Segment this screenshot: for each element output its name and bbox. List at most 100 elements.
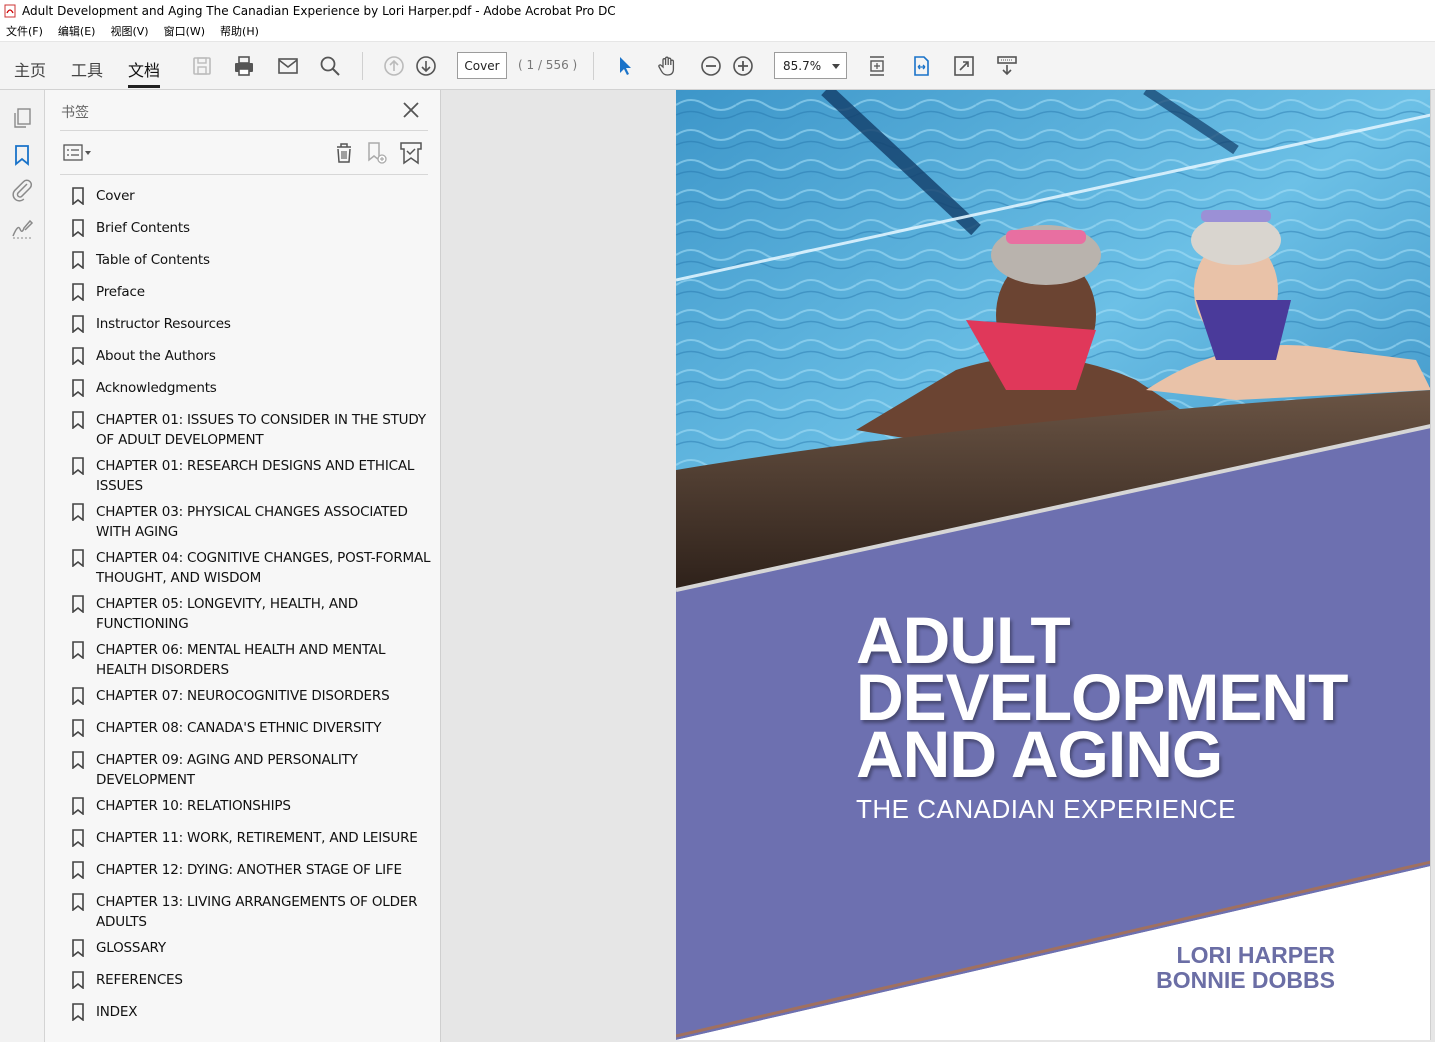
options-menu-icon[interactable] xyxy=(63,144,95,162)
menu-window[interactable]: 窗口(W) xyxy=(164,23,205,39)
bookmark-icon xyxy=(71,797,85,816)
tab-document[interactable]: 文档 xyxy=(128,57,160,81)
menu-bar: 文件(F) 编辑(E) 视图(V) 窗口(W) 帮助(H) xyxy=(0,21,1435,42)
bookmark-item[interactable]: CHAPTER 03: PHYSICAL CHANGES ASSOCIATED … xyxy=(71,502,431,542)
bookmark-icon xyxy=(71,971,85,990)
bookmark-icon xyxy=(71,939,85,958)
document-view[interactable]: ADULT DEVELOPMENT AND AGING THE CANADIAN… xyxy=(441,90,1435,1042)
bookmark-item[interactable]: CHAPTER 09: AGING AND PERSONALITY DEVELO… xyxy=(71,750,431,790)
bookmark-item[interactable]: CHAPTER 01: RESEARCH DESIGNS AND ETHICAL… xyxy=(71,456,431,496)
bookmark-icon xyxy=(71,379,85,398)
bookmark-item[interactable]: About the Authors xyxy=(71,346,431,366)
page-down-icon[interactable] xyxy=(413,53,439,79)
bookmark-icon xyxy=(71,411,85,430)
bookmark-icon xyxy=(71,283,85,302)
acrobat-pdf-icon xyxy=(4,4,17,18)
cover-author: BONNIE DOBBS xyxy=(1156,967,1335,993)
menu-file[interactable]: 文件(F) xyxy=(6,23,43,39)
page-up-icon[interactable] xyxy=(381,53,407,79)
close-icon[interactable] xyxy=(401,100,421,120)
page-count: ( 1 / 556 ) xyxy=(518,58,578,72)
select-arrow-icon[interactable] xyxy=(612,53,638,79)
bookmark-icon xyxy=(71,315,85,334)
pdf-page-cover: ADULT DEVELOPMENT AND AGING THE CANADIAN… xyxy=(676,90,1431,1040)
cover-title-line: AND AGING xyxy=(856,717,1223,791)
signature-icon[interactable] xyxy=(10,216,34,240)
navigation-rail xyxy=(0,90,45,1042)
bookmark-item[interactable]: CHAPTER 06: MENTAL HEALTH AND MENTAL HEA… xyxy=(71,640,431,680)
pages-icon[interactable] xyxy=(10,106,34,130)
fit-page-icon[interactable] xyxy=(864,53,890,79)
title-bar: Adult Development and Aging The Canadian… xyxy=(0,0,1435,21)
bookmark-icon xyxy=(71,251,85,270)
bookmark-item[interactable]: CHAPTER 04: COGNITIVE CHANGES, POST-FORM… xyxy=(71,548,431,588)
bookmark-icon xyxy=(71,347,85,366)
bookmark-item[interactable]: CHAPTER 11: WORK, RETIREMENT, AND LEISUR… xyxy=(71,828,431,848)
page-number-input[interactable]: Cover xyxy=(457,52,507,79)
bookmark-item[interactable]: Brief Contents xyxy=(71,218,431,238)
search-icon[interactable] xyxy=(317,53,343,79)
fullscreen-icon[interactable] xyxy=(951,53,977,79)
zoom-in-icon[interactable] xyxy=(730,53,756,79)
tab-home[interactable]: 主页 xyxy=(14,57,46,81)
window-title: Adult Development and Aging The Canadian… xyxy=(22,3,616,18)
bookmark-item[interactable]: CHAPTER 08: CANADA'S ETHNIC DIVERSITY xyxy=(71,718,431,738)
bookmark-item[interactable]: CHAPTER 01: ISSUES TO CONSIDER IN THE ST… xyxy=(71,410,431,450)
tab-tools[interactable]: 工具 xyxy=(71,57,103,81)
bookmark-item[interactable]: Acknowledgments xyxy=(71,378,431,398)
new-bookmark-icon[interactable] xyxy=(364,140,390,166)
divider xyxy=(60,174,428,175)
bookmark-item[interactable]: GLOSSARY xyxy=(71,938,431,958)
fit-width-icon[interactable] xyxy=(908,53,934,79)
bookmark-item[interactable]: CHAPTER 05: LONGEVITY, HEALTH, AND FUNCT… xyxy=(71,594,431,634)
bookmark-icon xyxy=(71,751,85,770)
save-icon[interactable] xyxy=(189,53,215,79)
bookmark-icon xyxy=(71,219,85,238)
hand-icon[interactable] xyxy=(655,53,681,79)
bookmark-icon xyxy=(71,687,85,706)
email-icon[interactable] xyxy=(275,53,301,79)
divider xyxy=(60,130,428,131)
bookmark-item[interactable]: Cover xyxy=(71,186,431,206)
toolbar-separator xyxy=(593,52,594,80)
expand-bookmark-icon[interactable] xyxy=(398,140,424,166)
menu-view[interactable]: 视图(V) xyxy=(110,23,148,39)
bookmark-item[interactable]: Preface xyxy=(71,282,431,302)
menu-help[interactable]: 帮助(H) xyxy=(220,23,259,39)
bookmark-item[interactable]: REFERENCES xyxy=(71,970,431,990)
bookmark-icon xyxy=(71,719,85,738)
panel-title: 书签 xyxy=(61,105,89,121)
bookmark-icon xyxy=(71,861,85,880)
bookmarks-panel: 书签 Cover Brief Contents Table of Content… xyxy=(45,90,441,1042)
cover-artwork xyxy=(676,90,1430,1040)
cover-author: LORI HARPER xyxy=(1176,942,1335,968)
read-mode-icon[interactable] xyxy=(994,53,1020,79)
bookmark-item[interactable]: INDEX xyxy=(71,1002,431,1022)
bookmark-item[interactable]: CHAPTER 07: NEUROCOGNITIVE DISORDERS xyxy=(71,686,431,706)
bookmark-item[interactable]: CHAPTER 10: RELATIONSHIPS xyxy=(71,796,431,816)
bookmark-icon xyxy=(71,503,85,522)
zoom-level-value: 85.7% xyxy=(783,58,822,73)
bookmark-item[interactable]: Table of Contents xyxy=(71,250,431,270)
bookmark-icon xyxy=(71,893,85,912)
delete-icon[interactable] xyxy=(331,140,357,166)
chevron-down-icon xyxy=(832,64,840,69)
menu-edit[interactable]: 编辑(E) xyxy=(58,23,96,39)
bookmark-icon[interactable] xyxy=(10,143,34,167)
bookmark-icon xyxy=(71,595,85,614)
print-icon[interactable] xyxy=(231,53,257,79)
bookmark-icon xyxy=(71,187,85,206)
bookmark-icon xyxy=(71,457,85,476)
cover-subtitle: THE CANADIAN EXPERIENCE xyxy=(856,794,1236,824)
bookmark-item[interactable]: Instructor Resources xyxy=(71,314,431,334)
bookmark-icon xyxy=(71,641,85,660)
cover-title: ADULT DEVELOPMENT AND AGING xyxy=(856,607,1348,791)
bookmark-item[interactable]: CHAPTER 13: LIVING ARRANGEMENTS OF OLDER… xyxy=(71,892,431,932)
attachment-icon[interactable] xyxy=(10,178,34,202)
active-tab-indicator xyxy=(128,85,160,88)
bookmark-icon xyxy=(71,1003,85,1022)
zoom-out-icon[interactable] xyxy=(698,53,724,79)
toolbar-separator xyxy=(362,52,363,80)
zoom-level-select[interactable]: 85.7% xyxy=(774,52,847,79)
bookmark-item[interactable]: CHAPTER 12: DYING: ANOTHER STAGE OF LIFE xyxy=(71,860,431,880)
